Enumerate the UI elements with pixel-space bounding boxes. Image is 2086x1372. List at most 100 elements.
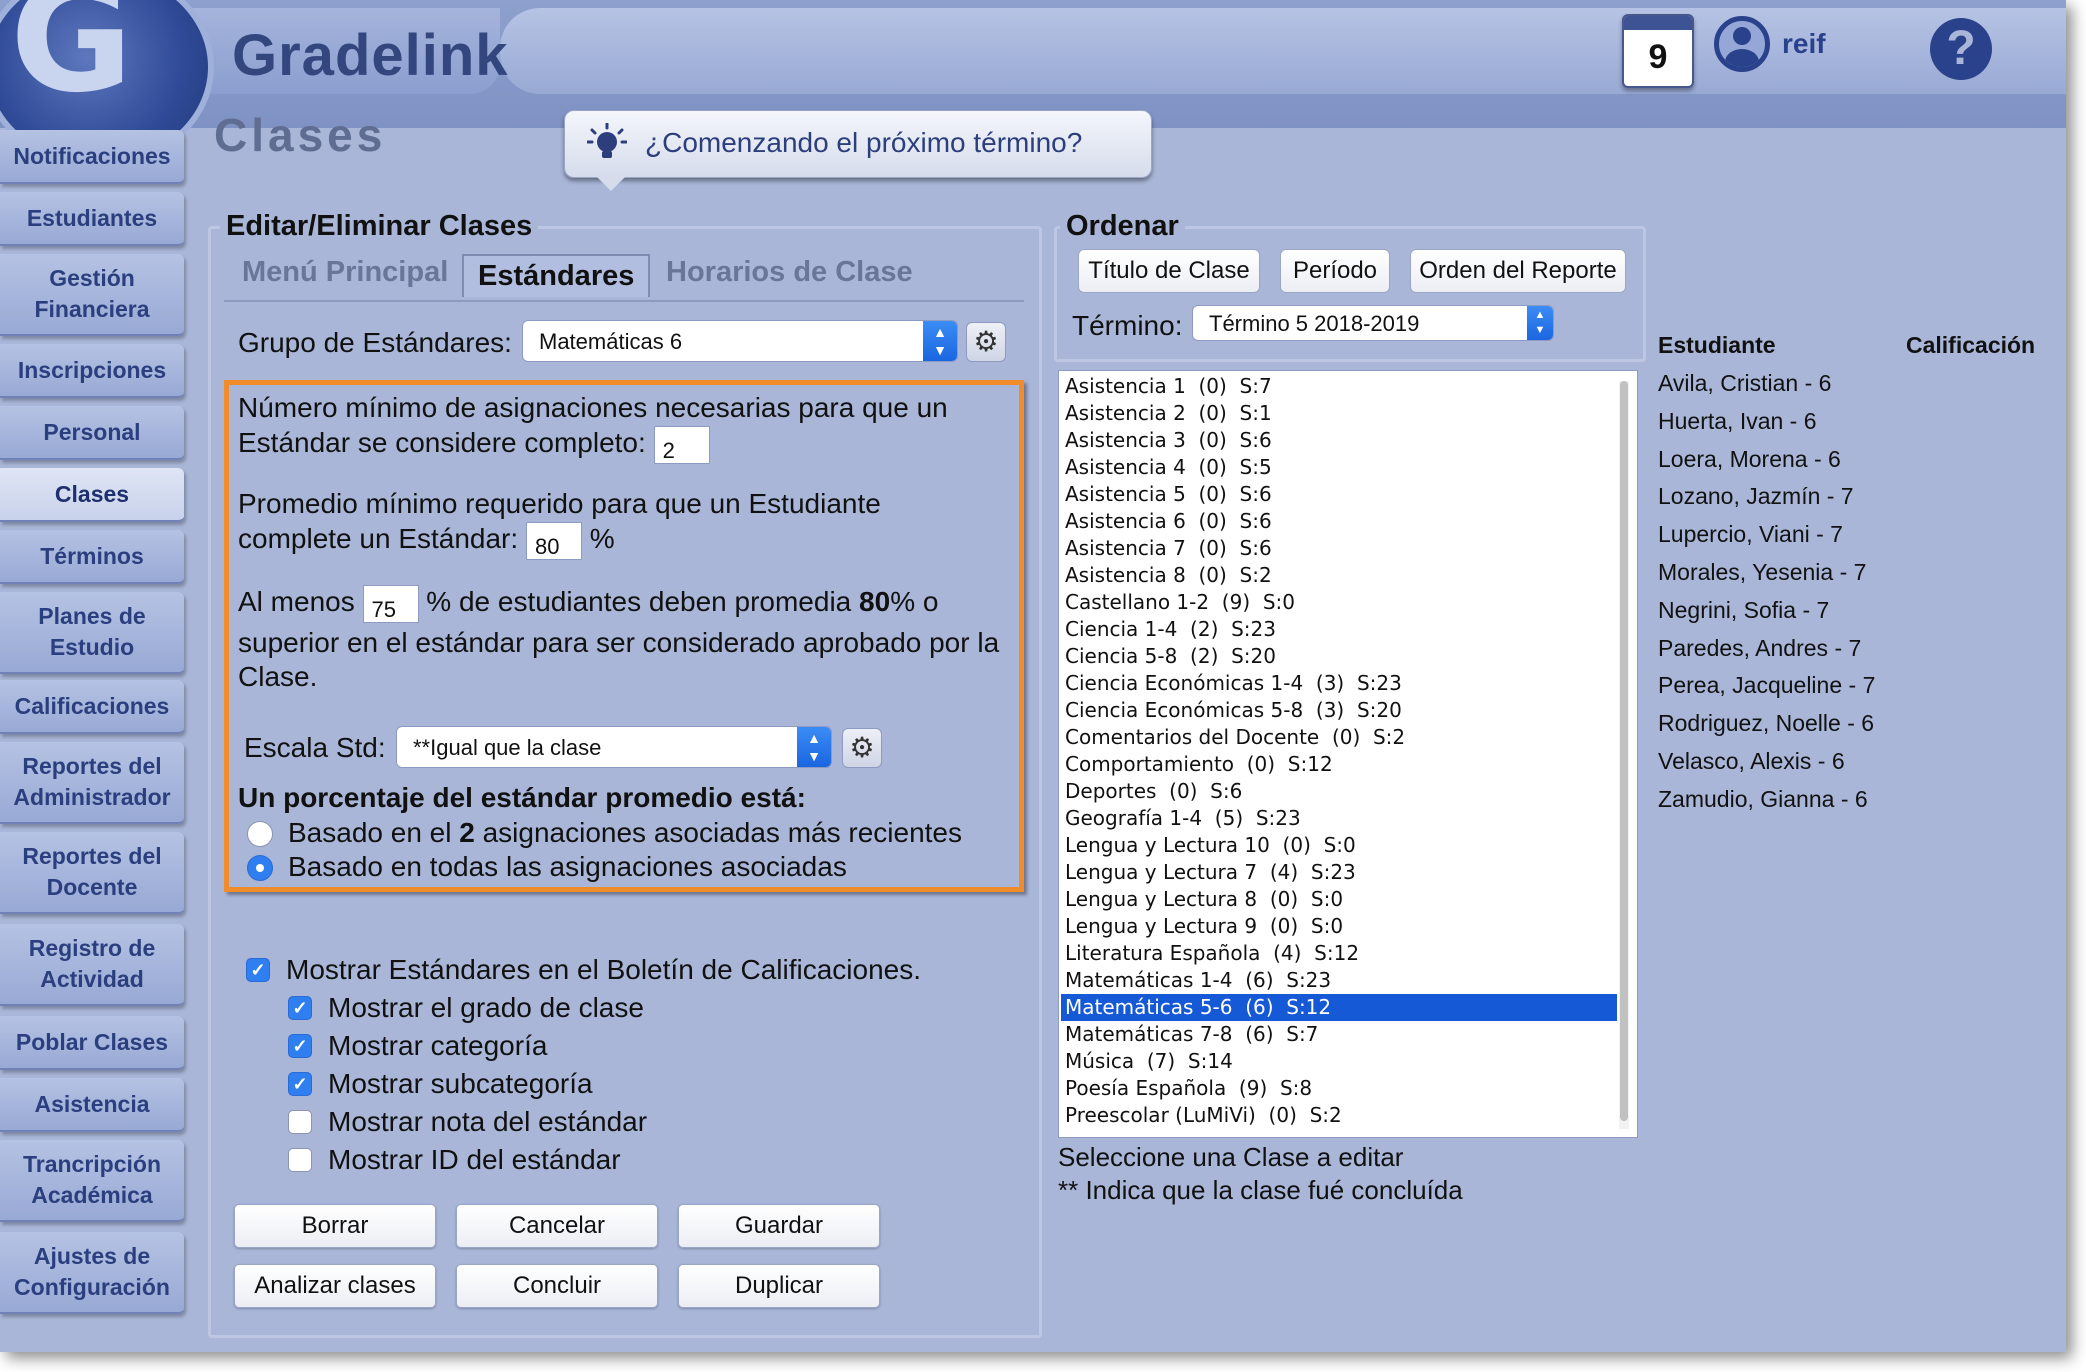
student-list-item[interactable]: Lozano, Jazmín - 7 [1658, 483, 1854, 510]
tab-main-menu[interactable]: Menú Principal [242, 256, 448, 289]
option-checkbox[interactable]: ✓ [288, 1034, 312, 1058]
sidebar-item[interactable]: Estudiantes [0, 192, 184, 246]
sidebar-item[interactable]: Asistencia [0, 1078, 184, 1132]
tab-class-schedules[interactable]: Horarios de Clase [666, 256, 913, 289]
min-assign-input[interactable]: 2 [653, 425, 710, 464]
class-list-item[interactable]: Literatura Española (4) S:12 [1065, 940, 1359, 967]
student-list-item[interactable]: Rodriguez, Noelle - 6 [1658, 710, 1874, 737]
calendar-icon[interactable]: 9 [1622, 14, 1694, 88]
class-list[interactable]: Asistencia 1 (0) S:7 Asistencia 2 (0) S:1… [1058, 370, 1638, 1138]
class-list-item[interactable]: Lengua y Lectura 10 (0) S:0 [1065, 832, 1356, 859]
save-button[interactable]: Guardar [678, 1204, 880, 1248]
sidebar-item[interactable]: Reportes del Docente [0, 832, 184, 914]
class-list-item[interactable]: Lengua y Lectura 8 (0) S:0 [1065, 886, 1343, 913]
class-list-item[interactable]: Asistencia 4 (0) S:5 [1065, 454, 1272, 481]
class-list-item[interactable]: Geografía 1-4 (5) S:23 [1065, 805, 1301, 832]
student-list-item[interactable]: Lupercio, Viani - 7 [1658, 521, 1843, 548]
standards-group-select[interactable]: Matemáticas 6 ▲ ▼ [522, 320, 958, 362]
class-list-item[interactable]: Asistencia 7 (0) S:6 [1065, 535, 1272, 562]
sidebar-item[interactable]: Registro de Actividad [0, 924, 184, 1006]
option-checkbox[interactable]: ✓ [288, 1072, 312, 1096]
sidebar-item[interactable]: Clases [0, 468, 184, 522]
conclude-button[interactable]: Concluir [456, 1264, 658, 1308]
sidebar-item[interactable]: Planes de Estudio [0, 592, 184, 674]
cancel-button[interactable]: Cancelar [456, 1204, 658, 1248]
sidebar-item[interactable]: Personal [0, 406, 184, 460]
option-checkbox[interactable]: ✓ [246, 958, 270, 982]
atleast-input[interactable]: 75 [362, 584, 419, 623]
username[interactable]: reif [1782, 28, 1826, 60]
class-list-item[interactable]: Matemáticas 1-4 (6) S:23 [1065, 967, 1331, 994]
class-list-scrollbar[interactable] [1619, 381, 1629, 1129]
class-list-item[interactable]: Lengua y Lectura 9 (0) S:0 [1065, 913, 1343, 940]
class-list-item[interactable]: Música (7) S:14 [1065, 1048, 1233, 1075]
sidebar-item[interactable]: Reportes del Administrador [0, 742, 184, 824]
user-icon[interactable] [1714, 16, 1770, 72]
scale-value: **Igual que la clase [413, 735, 602, 760]
radio-all[interactable] [247, 855, 273, 881]
app-window: Gradelink G 9 reif ? Notificaciones Estud… [0, 0, 2066, 1352]
student-list-item[interactable]: Paredes, Andres - 7 [1658, 635, 1861, 662]
student-list-item[interactable]: Negrini, Sofia - 7 [1658, 597, 1829, 624]
class-list-item[interactable]: Asistencia 1 (0) S:7 [1065, 373, 1272, 400]
select-arrows-icon: ▲ ▼ [923, 321, 957, 361]
class-list-item[interactable]: Lengua y Lectura 7 (4) S:23 [1065, 859, 1356, 886]
radio-recent-label: Basado en el 2 asignaciones asociadas má… [288, 815, 962, 850]
tab-standards[interactable]: Estándares [462, 254, 651, 297]
student-list-item[interactable]: Huerta, Ivan - 6 [1658, 408, 1817, 435]
sidebar-item[interactable]: Trancripción Académica [0, 1140, 184, 1222]
student-list-item[interactable]: Perea, Jacqueline - 7 [1658, 672, 1875, 699]
class-list-item[interactable]: Ciencia Económicas 1-4 (3) S:23 [1065, 670, 1402, 697]
scrollbar-thumb[interactable] [1620, 381, 1628, 1121]
sort-by-report-order-button[interactable]: Orden del Reporte [1410, 249, 1626, 293]
sidebar-item[interactable]: Ajustes de Configuración [0, 1232, 184, 1314]
class-list-item[interactable]: Ciencia 5-8 (2) S:20 [1065, 643, 1276, 670]
class-list-item[interactable]: Deportes (0) S:6 [1065, 778, 1242, 805]
student-list-item[interactable]: Zamudio, Gianna - 6 [1658, 786, 1868, 813]
student-list-item[interactable]: Loera, Morena - 6 [1658, 446, 1841, 473]
class-list-item[interactable]: Matemáticas 5-6 (6) S:12 [1061, 994, 1617, 1021]
delete-button[interactable]: Borrar [234, 1204, 436, 1248]
class-list-item[interactable]: Asistencia 3 (0) S:6 [1065, 427, 1272, 454]
gear-icon[interactable]: ⚙ [842, 728, 882, 768]
min-avg-input[interactable]: 80 [525, 521, 582, 560]
sidebar-item[interactable]: Gestión Financiera [0, 254, 184, 336]
student-list-item[interactable]: Velasco, Alexis - 6 [1658, 748, 1845, 775]
class-list-item[interactable]: Asistencia 5 (0) S:6 [1065, 481, 1272, 508]
sidebar-item[interactable]: Poblar Clases [0, 1016, 184, 1070]
radio-recent[interactable] [247, 821, 273, 847]
min-assign-row: Estándar se considere completo: 2 [238, 425, 710, 464]
sidebar-item[interactable]: Calificaciones [0, 680, 184, 734]
sidebar-item[interactable]: Términos [0, 530, 184, 584]
sort-by-title-button[interactable]: Título de Clase [1078, 249, 1260, 293]
class-list-item[interactable]: Asistencia 6 (0) S:6 [1065, 508, 1272, 535]
min-avg-text-1: Promedio mínimo requerido para que un Es… [238, 488, 881, 519]
scale-select[interactable]: **Igual que la clase ▲ ▼ [396, 726, 832, 768]
option-checkbox[interactable] [288, 1110, 312, 1134]
class-list-item[interactable]: Poesía Española (9) S:8 [1065, 1075, 1312, 1102]
class-list-item[interactable]: Matemáticas 7-8 (6) S:7 [1065, 1021, 1318, 1048]
atleast-line-2: superior en el estándar para ser conside… [238, 627, 1000, 658]
class-list-item[interactable]: Ciencia Económicas 5-8 (3) S:20 [1065, 697, 1402, 724]
class-list-item[interactable]: Comentarios del Docente (0) S:2 [1065, 724, 1405, 751]
class-list-item[interactable]: Ciencia 1-4 (2) S:23 [1065, 616, 1276, 643]
help-icon[interactable]: ? [1930, 18, 1992, 80]
sidebar-item[interactable]: Notificaciones [0, 130, 184, 184]
option-checkbox[interactable]: ✓ [288, 996, 312, 1020]
student-list-item[interactable]: Avila, Cristian - 6 [1658, 370, 1831, 397]
term-select[interactable]: Término 5 2018-2019 ▲ ▼ [1192, 305, 1554, 341]
class-list-item[interactable]: Comportamiento (0) S:12 [1065, 751, 1333, 778]
class-list-item[interactable]: Preescolar (LuMiVi) (0) S:2 [1065, 1102, 1342, 1129]
duplicate-button[interactable]: Duplicar [678, 1264, 880, 1308]
student-list-item[interactable]: Morales, Yesenia - 7 [1658, 559, 1866, 586]
analyze-classes-button[interactable]: Analizar clases [234, 1264, 436, 1308]
next-term-tip-button[interactable]: ¿Comenzando el próximo término? [564, 110, 1152, 191]
class-list-item[interactable]: Castellano 1-2 (9) S:0 [1065, 589, 1295, 616]
sidebar-item[interactable]: Inscripciones [0, 344, 184, 398]
class-list-item[interactable]: Asistencia 2 (0) S:1 [1065, 400, 1272, 427]
sort-by-period-button[interactable]: Período [1280, 249, 1390, 293]
gear-icon[interactable]: ⚙ [966, 322, 1006, 362]
class-list-item[interactable]: Asistencia 8 (0) S:2 [1065, 562, 1272, 589]
student-column-header: Estudiante [1658, 332, 1776, 358]
option-checkbox[interactable] [288, 1148, 312, 1172]
